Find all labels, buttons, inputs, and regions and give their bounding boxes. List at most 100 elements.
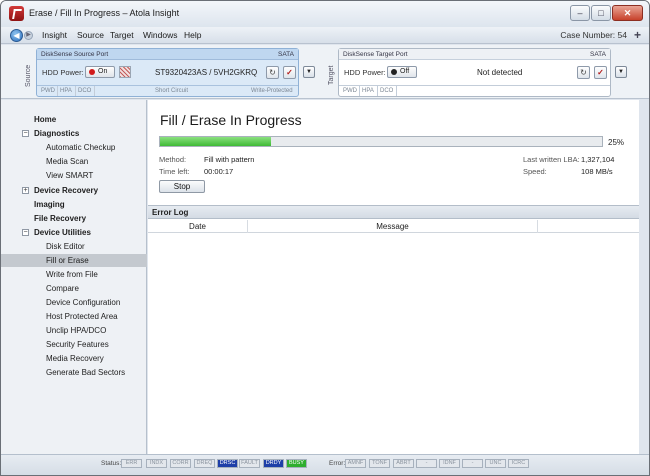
- progress-percent: 25%: [608, 138, 625, 147]
- stop-button[interactable]: Stop: [159, 180, 205, 193]
- error-label: Error:: [329, 460, 346, 467]
- source-hdd-power-label: HDD Power:: [42, 68, 84, 77]
- time-left-label: Time left:: [159, 167, 190, 176]
- sidebar-item-media-recovery[interactable]: Media Recovery: [1, 352, 147, 365]
- menu-bar: ◀ ▶ Insight Source Target Windows Help C…: [1, 27, 649, 44]
- source-power-toggle[interactable]: On: [85, 66, 115, 78]
- sidebar-item-disk-editor[interactable]: Disk Editor: [1, 240, 147, 253]
- power-indicator-icon: [89, 69, 95, 75]
- collapse-icon[interactable]: −: [22, 130, 29, 137]
- source-port-panel: DiskSense Source Port SATA HDD Power: On…: [36, 48, 299, 97]
- source-port-title: DiskSense Source Port: [41, 51, 109, 58]
- target-pwd-flag: PWD: [343, 88, 357, 94]
- forward-arrow-icon[interactable]: ▶: [24, 31, 33, 40]
- target-dco-flag: DCO: [380, 88, 394, 94]
- menu-help[interactable]: Help: [184, 30, 201, 40]
- source-hpa-flag: HPA: [60, 88, 72, 94]
- window-title: Erase / Fill In Progress – Atola Insight: [29, 8, 180, 18]
- target-drive-status: Not detected: [477, 68, 523, 77]
- minimize-button[interactable]: –: [570, 5, 590, 21]
- sidebar-item-device-configuration[interactable]: Device Configuration: [1, 296, 147, 309]
- source-side-label: Source: [25, 64, 32, 87]
- sidebar-item-unclip-hpa-dco[interactable]: Unclip HPA/DCO: [1, 324, 147, 337]
- short-circuit-flag: Short Circuit: [155, 88, 189, 94]
- atola-logo-icon: [9, 6, 24, 21]
- sidebar-item-host-protected-area[interactable]: Host Protected Area: [1, 310, 147, 323]
- title-bar: Erase / Fill In Progress – Atola Insight…: [1, 1, 649, 27]
- error-flag: ABRT: [393, 459, 414, 468]
- refresh-icon[interactable]: ↻: [266, 66, 279, 79]
- time-left-value: 00:00:17: [204, 167, 234, 176]
- write-protect-icon[interactable]: ✓: [594, 66, 607, 79]
- app-window: Erase / Fill In Progress – Atola Insight…: [0, 0, 650, 476]
- error-log-title: Error Log: [148, 205, 639, 219]
- sidebar-item-media-scan[interactable]: Media Scan: [1, 155, 147, 168]
- sidebar-item-imaging[interactable]: Imaging: [1, 198, 147, 211]
- menu-windows[interactable]: Windows: [143, 30, 177, 40]
- source-pwd-flag: PWD: [41, 88, 55, 94]
- sidebar-item-compare[interactable]: Compare: [1, 282, 147, 295]
- target-side-label: Target: [328, 65, 335, 85]
- status-label: Status:: [101, 460, 122, 467]
- progress-fill: [160, 137, 271, 146]
- target-hpa-flag: HPA: [362, 88, 374, 94]
- menu-insight[interactable]: Insight: [42, 30, 67, 40]
- sidebar-item-file-recovery[interactable]: File Recovery: [1, 212, 147, 225]
- error-flag: IDNF: [439, 459, 460, 468]
- case-number: Case Number: 54: [560, 30, 627, 40]
- target-dropdown-button[interactable]: ▼: [615, 66, 627, 78]
- error-flag: TONF: [369, 459, 390, 468]
- sidebar-item-view-smart[interactable]: View SMART: [1, 169, 147, 182]
- collapse-icon[interactable]: −: [22, 229, 29, 236]
- ports-strip: Source DiskSense Source Port SATA HDD Po…: [1, 45, 649, 99]
- sidebar-item-device-recovery[interactable]: + Device Recovery: [1, 184, 147, 197]
- sidebar-item-generate-bad-sectors[interactable]: Generate Bad Sectors: [1, 366, 147, 379]
- method-label: Method:: [159, 155, 187, 164]
- error-flag: -: [462, 459, 483, 468]
- status-flag: BUSY: [286, 459, 307, 468]
- sidebar-item-device-utilities[interactable]: − Device Utilities: [1, 226, 147, 239]
- back-arrow-icon[interactable]: ◀: [10, 29, 23, 42]
- close-button[interactable]: ✕: [612, 5, 643, 21]
- write-protect-icon[interactable]: ✓: [283, 66, 296, 79]
- speed-value: 108 MB/s: [581, 167, 613, 176]
- status-flag: DRSC: [217, 459, 238, 468]
- source-dco-flag: DCO: [78, 88, 92, 94]
- sidebar-nav: Home − Diagnostics Automatic Checkup Media S…: [1, 100, 147, 454]
- sidebar-item-write-from-file[interactable]: Write from File: [1, 268, 147, 281]
- error-flag: UNC: [485, 459, 506, 468]
- sidebar-item-diagnostics[interactable]: − Diagnostics: [1, 127, 147, 140]
- target-interface: SATA: [589, 51, 606, 58]
- target-port-title: DiskSense Target Port: [343, 51, 408, 58]
- error-log-header: Date Message: [148, 220, 639, 233]
- source-interface: SATA: [277, 51, 294, 58]
- refresh-icon[interactable]: ↻: [577, 66, 590, 79]
- maximize-button[interactable]: □: [591, 5, 611, 21]
- last-lba-value: 1,327,104: [581, 155, 615, 164]
- power-indicator-icon: [391, 69, 397, 75]
- error-flag: ICRC: [508, 459, 529, 468]
- speed-label: Speed:: [523, 167, 547, 176]
- last-lba-label: Last written LBA:: [523, 155, 580, 164]
- column-message[interactable]: Message: [248, 220, 538, 233]
- error-flag: AMNF: [345, 459, 366, 468]
- expand-icon[interactable]: +: [22, 187, 29, 194]
- sidebar-item-fill-or-erase[interactable]: Fill or Erase: [1, 254, 147, 267]
- menu-source[interactable]: Source: [77, 30, 104, 40]
- sidebar-item-automatic-checkup[interactable]: Automatic Checkup: [1, 141, 147, 154]
- method-value: Fill with pattern: [204, 155, 255, 164]
- sector-map-icon[interactable]: [119, 66, 131, 78]
- plus-icon[interactable]: +: [634, 28, 641, 42]
- target-hdd-power-label: HDD Power:: [344, 68, 386, 77]
- column-date[interactable]: Date: [148, 220, 248, 233]
- status-flag: DREQ: [194, 459, 215, 468]
- status-flag: DRDY: [263, 459, 284, 468]
- page-title: Fill / Erase In Progress: [160, 112, 302, 128]
- status-flag: ERR: [121, 459, 142, 468]
- target-power-toggle[interactable]: Off: [387, 66, 417, 78]
- sidebar-item-home[interactable]: Home: [1, 113, 147, 126]
- menu-target[interactable]: Target: [110, 30, 134, 40]
- status-flag: INDX: [146, 459, 167, 468]
- sidebar-item-security-features[interactable]: Security Features: [1, 338, 147, 351]
- source-dropdown-button[interactable]: ▼: [303, 66, 315, 78]
